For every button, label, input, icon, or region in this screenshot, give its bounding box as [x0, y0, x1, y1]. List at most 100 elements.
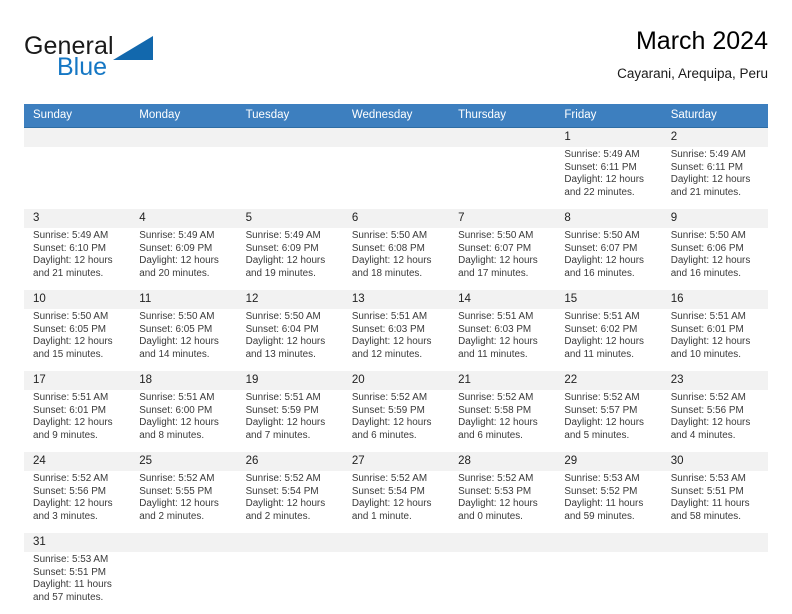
sunrise-text: Sunrise: 5:52 AM — [671, 392, 762, 405]
day-number-26[interactable]: 26 — [237, 452, 343, 471]
daylight-text-2: Daylight: 12 hours — [458, 336, 549, 349]
day-cell-7[interactable]: Sunrise: 5:50 AMSunset: 6:07 PMDaylight:… — [449, 228, 555, 290]
day-cell-11[interactable]: Sunrise: 5:50 AMSunset: 6:05 PMDaylight:… — [130, 309, 236, 371]
day-cell-1[interactable]: Sunrise: 5:49 AMSunset: 6:11 PMDaylight:… — [555, 147, 661, 209]
day-number-9[interactable]: 9 — [662, 209, 768, 228]
daylight-text-3: and 6 minutes. — [458, 430, 549, 443]
daylight-text-3: and 16 minutes. — [564, 268, 655, 281]
day-number-29[interactable]: 29 — [555, 452, 661, 471]
daylight-text-3: and 17 minutes. — [458, 268, 549, 281]
day-cell-6[interactable]: Sunrise: 5:50 AMSunset: 6:08 PMDaylight:… — [343, 228, 449, 290]
day-cell-16[interactable]: Sunrise: 5:51 AMSunset: 6:01 PMDaylight:… — [662, 309, 768, 371]
day-cell-12[interactable]: Sunrise: 5:50 AMSunset: 6:04 PMDaylight:… — [237, 309, 343, 371]
daylight-text-3: and 5 minutes. — [564, 430, 655, 443]
day-cell-9[interactable]: Sunrise: 5:50 AMSunset: 6:06 PMDaylight:… — [662, 228, 768, 290]
sunrise-text: Sunrise: 5:50 AM — [671, 230, 762, 243]
day-cell-5[interactable]: Sunrise: 5:49 AMSunset: 6:09 PMDaylight:… — [237, 228, 343, 290]
day-number-18[interactable]: 18 — [130, 371, 236, 390]
sunrise-text: Sunrise: 5:50 AM — [139, 311, 230, 324]
day-number-15[interactable]: 15 — [555, 290, 661, 309]
day-cell-31[interactable]: Sunrise: 5:53 AMSunset: 5:51 PMDaylight:… — [24, 552, 130, 614]
day-number-empty — [343, 128, 449, 148]
day-cell-4[interactable]: Sunrise: 5:49 AMSunset: 6:09 PMDaylight:… — [130, 228, 236, 290]
day-number-4[interactable]: 4 — [130, 209, 236, 228]
day-cell-15[interactable]: Sunrise: 5:51 AMSunset: 6:02 PMDaylight:… — [555, 309, 661, 371]
day-cell-28[interactable]: Sunrise: 5:52 AMSunset: 5:53 PMDaylight:… — [449, 471, 555, 533]
day-cell-22[interactable]: Sunrise: 5:52 AMSunset: 5:57 PMDaylight:… — [555, 390, 661, 452]
day-cell-23[interactable]: Sunrise: 5:52 AMSunset: 5:56 PMDaylight:… — [662, 390, 768, 452]
day-cell-18[interactable]: Sunrise: 5:51 AMSunset: 6:00 PMDaylight:… — [130, 390, 236, 452]
day-number-13[interactable]: 13 — [343, 290, 449, 309]
weekday-header-wednesday: Wednesday — [343, 104, 449, 128]
day-number-25[interactable]: 25 — [130, 452, 236, 471]
day-number-empty — [130, 533, 236, 552]
day-cell-27[interactable]: Sunrise: 5:52 AMSunset: 5:54 PMDaylight:… — [343, 471, 449, 533]
daylight-text-3: and 10 minutes. — [671, 349, 762, 362]
day-cell-24[interactable]: Sunrise: 5:52 AMSunset: 5:56 PMDaylight:… — [24, 471, 130, 533]
day-number-14[interactable]: 14 — [449, 290, 555, 309]
sunrise-text: Sunrise: 5:50 AM — [352, 230, 443, 243]
day-number-2[interactable]: 2 — [662, 128, 768, 148]
day-number-20[interactable]: 20 — [343, 371, 449, 390]
daylight-text-3: and 2 minutes. — [139, 511, 230, 524]
sunrise-text: Sunrise: 5:53 AM — [671, 473, 762, 486]
day-cell-21[interactable]: Sunrise: 5:52 AMSunset: 5:58 PMDaylight:… — [449, 390, 555, 452]
day-number-21[interactable]: 21 — [449, 371, 555, 390]
daylight-text-2: Daylight: 12 hours — [352, 255, 443, 268]
day-number-8[interactable]: 8 — [555, 209, 661, 228]
sunrise-text: Sunrise: 5:50 AM — [564, 230, 655, 243]
day-number-empty — [449, 533, 555, 552]
day-number-3[interactable]: 3 — [24, 209, 130, 228]
daylight-text-2: Daylight: 12 hours — [246, 498, 337, 511]
daylight-text-3: and 20 minutes. — [139, 268, 230, 281]
day-number-16[interactable]: 16 — [662, 290, 768, 309]
daylight-text-3: and 58 minutes. — [671, 511, 762, 524]
day-number-31[interactable]: 31 — [24, 533, 130, 552]
day-number-30[interactable]: 30 — [662, 452, 768, 471]
day-cell-14[interactable]: Sunrise: 5:51 AMSunset: 6:03 PMDaylight:… — [449, 309, 555, 371]
day-number-7[interactable]: 7 — [449, 209, 555, 228]
day-number-5[interactable]: 5 — [237, 209, 343, 228]
day-cell-8[interactable]: Sunrise: 5:50 AMSunset: 6:07 PMDaylight:… — [555, 228, 661, 290]
sunset-text: Sunset: 6:05 PM — [33, 324, 124, 337]
day-number-6[interactable]: 6 — [343, 209, 449, 228]
day-cell-13[interactable]: Sunrise: 5:51 AMSunset: 6:03 PMDaylight:… — [343, 309, 449, 371]
day-cell-20[interactable]: Sunrise: 5:52 AMSunset: 5:59 PMDaylight:… — [343, 390, 449, 452]
day-cell-17[interactable]: Sunrise: 5:51 AMSunset: 6:01 PMDaylight:… — [24, 390, 130, 452]
day-cell-3[interactable]: Sunrise: 5:49 AMSunset: 6:10 PMDaylight:… — [24, 228, 130, 290]
sunrise-text: Sunrise: 5:51 AM — [352, 311, 443, 324]
day-number-28[interactable]: 28 — [449, 452, 555, 471]
day-number-17[interactable]: 17 — [24, 371, 130, 390]
day-cell-25[interactable]: Sunrise: 5:52 AMSunset: 5:55 PMDaylight:… — [130, 471, 236, 533]
day-cell-10[interactable]: Sunrise: 5:50 AMSunset: 6:05 PMDaylight:… — [24, 309, 130, 371]
weekday-header-friday: Friday — [555, 104, 661, 128]
day-cell-30[interactable]: Sunrise: 5:53 AMSunset: 5:51 PMDaylight:… — [662, 471, 768, 533]
daylight-text-2: Daylight: 12 hours — [564, 174, 655, 187]
daylight-text-2: Daylight: 12 hours — [352, 417, 443, 430]
general-blue-logo[interactable]: General Blue — [24, 32, 214, 90]
day-number-19[interactable]: 19 — [237, 371, 343, 390]
day-number-empty — [449, 128, 555, 148]
day-cell-26[interactable]: Sunrise: 5:52 AMSunset: 5:54 PMDaylight:… — [237, 471, 343, 533]
day-number-10[interactable]: 10 — [24, 290, 130, 309]
day-number-11[interactable]: 11 — [130, 290, 236, 309]
daylight-text-2: Daylight: 12 hours — [671, 417, 762, 430]
sunset-text: Sunset: 5:51 PM — [33, 567, 124, 580]
daylight-text-3: and 1 minute. — [352, 511, 443, 524]
day-cell-29[interactable]: Sunrise: 5:53 AMSunset: 5:52 PMDaylight:… — [555, 471, 661, 533]
day-number-12[interactable]: 12 — [237, 290, 343, 309]
day-number-1[interactable]: 1 — [555, 128, 661, 148]
sunset-text: Sunset: 6:00 PM — [139, 405, 230, 418]
day-cell-2[interactable]: Sunrise: 5:49 AMSunset: 6:11 PMDaylight:… — [662, 147, 768, 209]
daylight-text-2: Daylight: 12 hours — [352, 498, 443, 511]
day-number-27[interactable]: 27 — [343, 452, 449, 471]
page-header: General Blue March 2024 Cayarani, Arequi… — [24, 26, 768, 98]
day-number-24[interactable]: 24 — [24, 452, 130, 471]
sunrise-text: Sunrise: 5:50 AM — [33, 311, 124, 324]
weekday-header-saturday: Saturday — [662, 104, 768, 128]
daylight-text-2: Daylight: 12 hours — [246, 417, 337, 430]
day-cell-19[interactable]: Sunrise: 5:51 AMSunset: 5:59 PMDaylight:… — [237, 390, 343, 452]
day-number-22[interactable]: 22 — [555, 371, 661, 390]
day-number-23[interactable]: 23 — [662, 371, 768, 390]
sunset-text: Sunset: 5:54 PM — [246, 486, 337, 499]
